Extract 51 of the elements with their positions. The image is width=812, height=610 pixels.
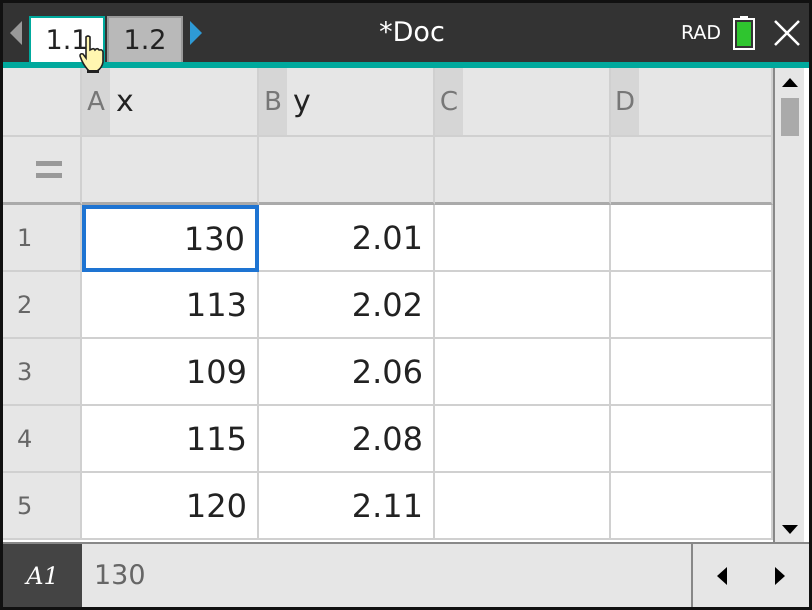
table-cell[interactable] [611,339,773,406]
table-cell[interactable] [435,406,611,473]
table-cell[interactable]: 130 [82,205,259,272]
table-cell[interactable]: 2.06 [259,339,435,406]
right-arrow-icon[interactable] [774,566,786,586]
table-cell[interactable]: 109 [82,339,259,406]
angle-mode: RAD [680,22,721,44]
column-name: x [115,83,134,121]
document-title: *Doc [378,17,446,48]
row-number: 3 [3,339,82,406]
formula-cell[interactable] [435,137,611,205]
table-cell[interactable]: 120 [82,473,259,540]
table-cell[interactable]: 2.02 [259,272,435,339]
row-number: 4 [3,406,82,473]
page-tab[interactable]: 1.2 [107,16,183,62]
column-letter: D [611,68,639,135]
left-arrow-icon[interactable] [716,566,728,586]
table-cell[interactable] [435,339,611,406]
cell-reference: A1 [3,544,82,607]
battery-icon [733,16,755,50]
column-header[interactable]: B y [259,68,435,137]
table-cell[interactable] [435,473,611,540]
scrollbar[interactable] [773,68,804,542]
table-cell[interactable] [435,272,611,339]
row-number: 5 [3,473,82,540]
entry-line[interactable]: 130 [82,544,691,607]
table-cell[interactable] [611,473,773,540]
table-cell[interactable]: 115 [82,406,259,473]
scroll-down-icon[interactable] [780,524,800,536]
table-cell[interactable] [435,205,611,272]
close-icon[interactable] [773,18,801,46]
table-cell[interactable] [611,205,773,272]
table-cell[interactable] [611,272,773,339]
column-letter: B [259,68,287,135]
table-cell[interactable]: 2.01 [259,205,435,272]
formula-cell[interactable] [82,137,259,205]
column-letter: A [82,68,110,135]
formula-cell[interactable] [259,137,435,205]
column-name: y [292,83,311,121]
scroll-up-icon[interactable] [780,76,800,88]
table-cell[interactable]: 2.08 [259,406,435,473]
column-letter: C [435,68,463,135]
row-number: 1 [3,205,82,272]
equals-icon [36,160,62,178]
row-number: 2 [3,272,82,339]
column-header[interactable]: A x [82,68,259,137]
table-cell[interactable]: 113 [82,272,259,339]
table-cell[interactable] [611,406,773,473]
scroll-thumb[interactable] [780,98,798,136]
table-cell[interactable]: 2.11 [259,473,435,540]
formula-cell[interactable] [611,137,773,205]
